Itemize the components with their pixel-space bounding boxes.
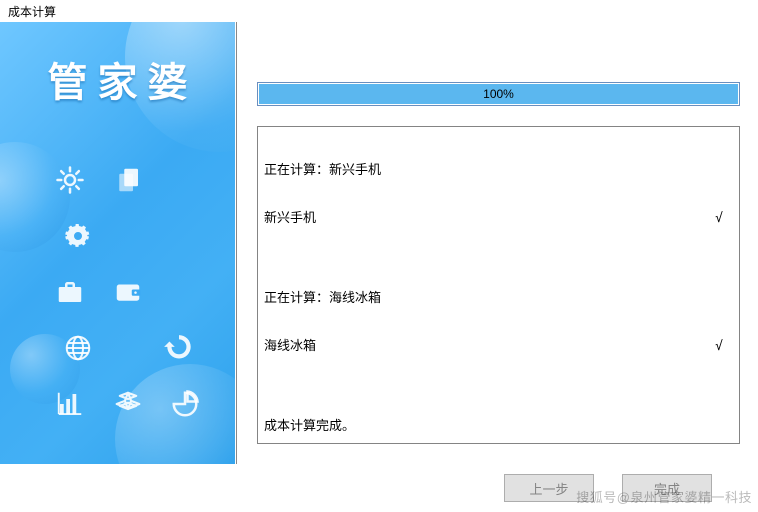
footer-buttons: 上一步 完成 [0, 464, 758, 512]
pie-chart-icon [168, 387, 202, 421]
log-line: 海线冰箱 [264, 339, 316, 355]
globe-icon [61, 331, 95, 365]
wallet-icon [111, 275, 145, 309]
documents-icon [111, 163, 145, 197]
finish-button[interactable]: 完成 [622, 474, 712, 502]
bar-chart-icon [53, 387, 87, 421]
prev-step-button[interactable]: 上一步 [504, 474, 594, 502]
gear-icon [61, 219, 95, 253]
main-panel: 100% 正在计算：新兴手机 新兴手机 √ 正在计算：海线冰箱 海线冰箱 √ 成本计… [235, 22, 758, 464]
log-line: 成本计算完成。 [264, 419, 355, 435]
sidebar: 管家婆 [0, 22, 235, 464]
log-mark [723, 419, 733, 435]
briefcase-icon [53, 275, 87, 309]
sun-icon [53, 163, 87, 197]
cost-calc-window: 成本计算 管家婆 [0, 0, 758, 512]
log-mark: √ [715, 339, 733, 355]
progress-label: 100% [483, 87, 514, 101]
back-arrow-icon [160, 331, 194, 365]
log-mark: √ [715, 211, 733, 227]
log-line: 正在计算：海线冰箱 [264, 291, 381, 307]
star-icon [111, 387, 145, 421]
sidebar-icon-grid [45, 152, 210, 432]
log-mark [723, 163, 733, 179]
window-title: 成本计算 [0, 0, 758, 22]
log-line: 正在计算：新兴手机 [264, 163, 381, 179]
log-line: 新兴手机 [264, 211, 316, 227]
brand-logo: 管家婆 [0, 50, 235, 108]
log-output: 正在计算：新兴手机 新兴手机√ 正在计算：海线冰箱 海线冰箱√ 成本计算完成。 … [257, 126, 740, 444]
content-area: 管家婆 [0, 22, 758, 464]
progress-fill: 100% [259, 84, 738, 104]
progress-bar: 100% [257, 82, 740, 106]
log-mark [723, 291, 733, 307]
